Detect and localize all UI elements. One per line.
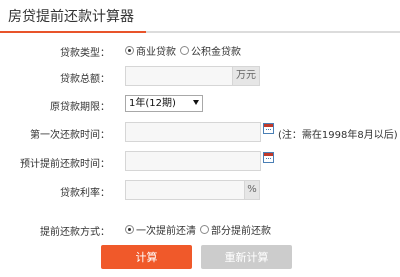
first-repay-field — [125, 122, 261, 142]
page-header: 房贷提前还款计算器 — [0, 0, 400, 33]
loan-term-select[interactable]: 1年(12期) — [125, 95, 203, 112]
rate-field: % — [125, 180, 260, 200]
loan-term-selected: 1年(12期) — [129, 98, 176, 109]
page-title: 房贷提前还款计算器 — [8, 9, 134, 25]
loan-total-unit: 万元 — [232, 66, 260, 86]
radio-full-prepay-circle[interactable] — [125, 225, 134, 234]
radio-commercial-loan-label: 商业贷款 — [136, 47, 176, 58]
loan-term-row: 原贷款期限： 1年(12期) — [0, 95, 400, 117]
radio-commercial-loan[interactable]: 商业贷款 — [125, 43, 176, 58]
rate-label: 贷款利率： — [60, 188, 110, 199]
first-repay-label: 第一次还款时间： — [30, 130, 110, 141]
first-repay-note: (注：需在1998年8月以后) — [278, 130, 398, 141]
prepay-method-row: 提前还款方式： 一次提前还清 部分提前还款 — [0, 219, 400, 241]
first-repay-input[interactable] — [126, 123, 260, 141]
first-repay-row: 第一次还款时间： (注：需在1998年8月以后) — [0, 122, 400, 144]
loan-term-label: 原贷款期限： — [50, 102, 110, 113]
reset-button[interactable]: 重新计算 — [201, 245, 292, 269]
radio-commercial-loan-circle[interactable] — [125, 46, 134, 55]
rate-unit: % — [244, 180, 260, 200]
prepay-time-field — [125, 151, 261, 171]
loan-type-radio-group: 商业贷款 公积金贷款 — [125, 43, 245, 58]
prepay-method-label: 提前还款方式： — [40, 227, 110, 238]
loan-total-field: 万元 — [125, 66, 260, 86]
calculate-button[interactable]: 计算 — [101, 245, 192, 269]
title-underline — [0, 31, 146, 33]
first-repay-calendar-icon[interactable] — [263, 123, 274, 134]
prepay-time-row: 预计提前还款时间： — [0, 151, 400, 173]
prepay-time-input[interactable] — [126, 152, 260, 170]
radio-provident-fund-loan-label: 公积金贷款 — [191, 47, 241, 58]
radio-provident-fund-loan-circle[interactable] — [180, 46, 189, 55]
dropdown-arrow-icon — [193, 100, 199, 105]
radio-provident-fund-loan[interactable]: 公积金贷款 — [180, 43, 241, 58]
loan-total-label: 贷款总额： — [60, 74, 110, 85]
prepay-method-radio-group: 一次提前还清 部分提前还款 — [125, 222, 275, 237]
radio-full-prepay-label: 一次提前还清 — [136, 226, 196, 237]
radio-partial-prepay-circle[interactable] — [200, 225, 209, 234]
radio-partial-prepay[interactable]: 部分提前还款 — [200, 222, 271, 237]
prepay-time-label: 预计提前还款时间： — [20, 159, 110, 170]
radio-partial-prepay-label: 部分提前还款 — [211, 226, 271, 237]
rate-input[interactable] — [126, 181, 259, 199]
loan-type-label: 贷款类型： — [60, 48, 110, 59]
prepay-time-calendar-icon[interactable] — [263, 152, 274, 163]
rate-row: 贷款利率： % — [0, 180, 400, 202]
loan-total-row: 贷款总额： 万元 — [0, 66, 400, 88]
loan-type-row: 贷款类型： 商业贷款 公积金贷款 — [0, 40, 400, 62]
radio-full-prepay[interactable]: 一次提前还清 — [125, 222, 196, 237]
